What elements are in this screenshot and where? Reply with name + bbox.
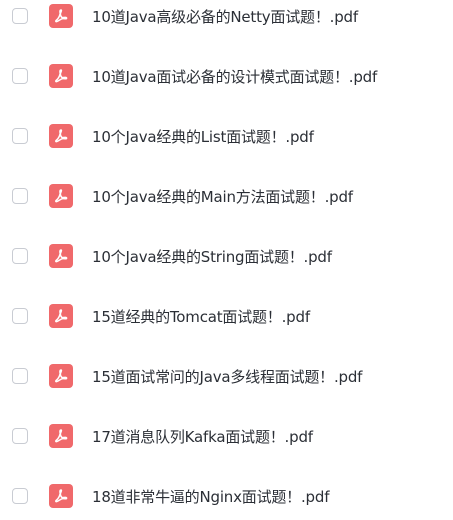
file-name[interactable]: 15道经典的Tomcat面试题！.pdf: [92, 306, 310, 327]
select-checkbox[interactable]: [12, 68, 28, 84]
select-checkbox[interactable]: [12, 488, 28, 504]
file-row[interactable]: 15道面试常问的Java多线程面试题！.pdf: [0, 356, 453, 396]
file-name[interactable]: 10个Java经典的String面试题！.pdf: [92, 246, 332, 267]
pdf-icon: [49, 304, 73, 328]
file-name[interactable]: 10个Java经典的List面试题！.pdf: [92, 126, 314, 147]
file-row[interactable]: 10道Java面试必备的设计模式面试题！.pdf: [0, 56, 453, 96]
pdf-icon: [49, 364, 73, 388]
file-name[interactable]: 10道Java高级必备的Netty面试题！.pdf: [92, 6, 358, 27]
file-row[interactable]: 10道Java高级必备的Netty面试题！.pdf: [0, 0, 453, 36]
select-checkbox[interactable]: [12, 368, 28, 384]
file-row[interactable]: 17道消息队列Kafka面试题！.pdf: [0, 416, 453, 456]
select-checkbox[interactable]: [12, 188, 28, 204]
file-row[interactable]: 10个Java经典的List面试题！.pdf: [0, 116, 453, 156]
file-name[interactable]: 18道非常牛逼的Nginx面试题！.pdf: [92, 486, 329, 507]
file-row[interactable]: 18道非常牛逼的Nginx面试题！.pdf: [0, 476, 453, 516]
pdf-icon: [49, 244, 73, 268]
file-name[interactable]: 10个Java经典的Main方法面试题！.pdf: [92, 186, 353, 207]
select-checkbox[interactable]: [12, 248, 28, 264]
pdf-icon: [49, 184, 73, 208]
pdf-icon: [49, 124, 73, 148]
pdf-icon: [49, 484, 73, 508]
file-name[interactable]: 10道Java面试必备的设计模式面试题！.pdf: [92, 66, 377, 87]
file-list: 10道Java高级必备的Netty面试题！.pdf 10道Java面试必备的设计…: [0, 0, 453, 520]
pdf-icon: [49, 424, 73, 448]
select-checkbox[interactable]: [12, 128, 28, 144]
file-name[interactable]: 17道消息队列Kafka面试题！.pdf: [92, 426, 313, 447]
select-checkbox[interactable]: [12, 428, 28, 444]
select-checkbox[interactable]: [12, 308, 28, 324]
file-name[interactable]: 15道面试常问的Java多线程面试题！.pdf: [92, 366, 362, 387]
file-row[interactable]: 10个Java经典的Main方法面试题！.pdf: [0, 176, 453, 216]
pdf-icon: [49, 4, 73, 28]
file-row[interactable]: 15道经典的Tomcat面试题！.pdf: [0, 296, 453, 336]
select-checkbox[interactable]: [12, 8, 28, 24]
file-row[interactable]: 10个Java经典的String面试题！.pdf: [0, 236, 453, 276]
pdf-icon: [49, 64, 73, 88]
